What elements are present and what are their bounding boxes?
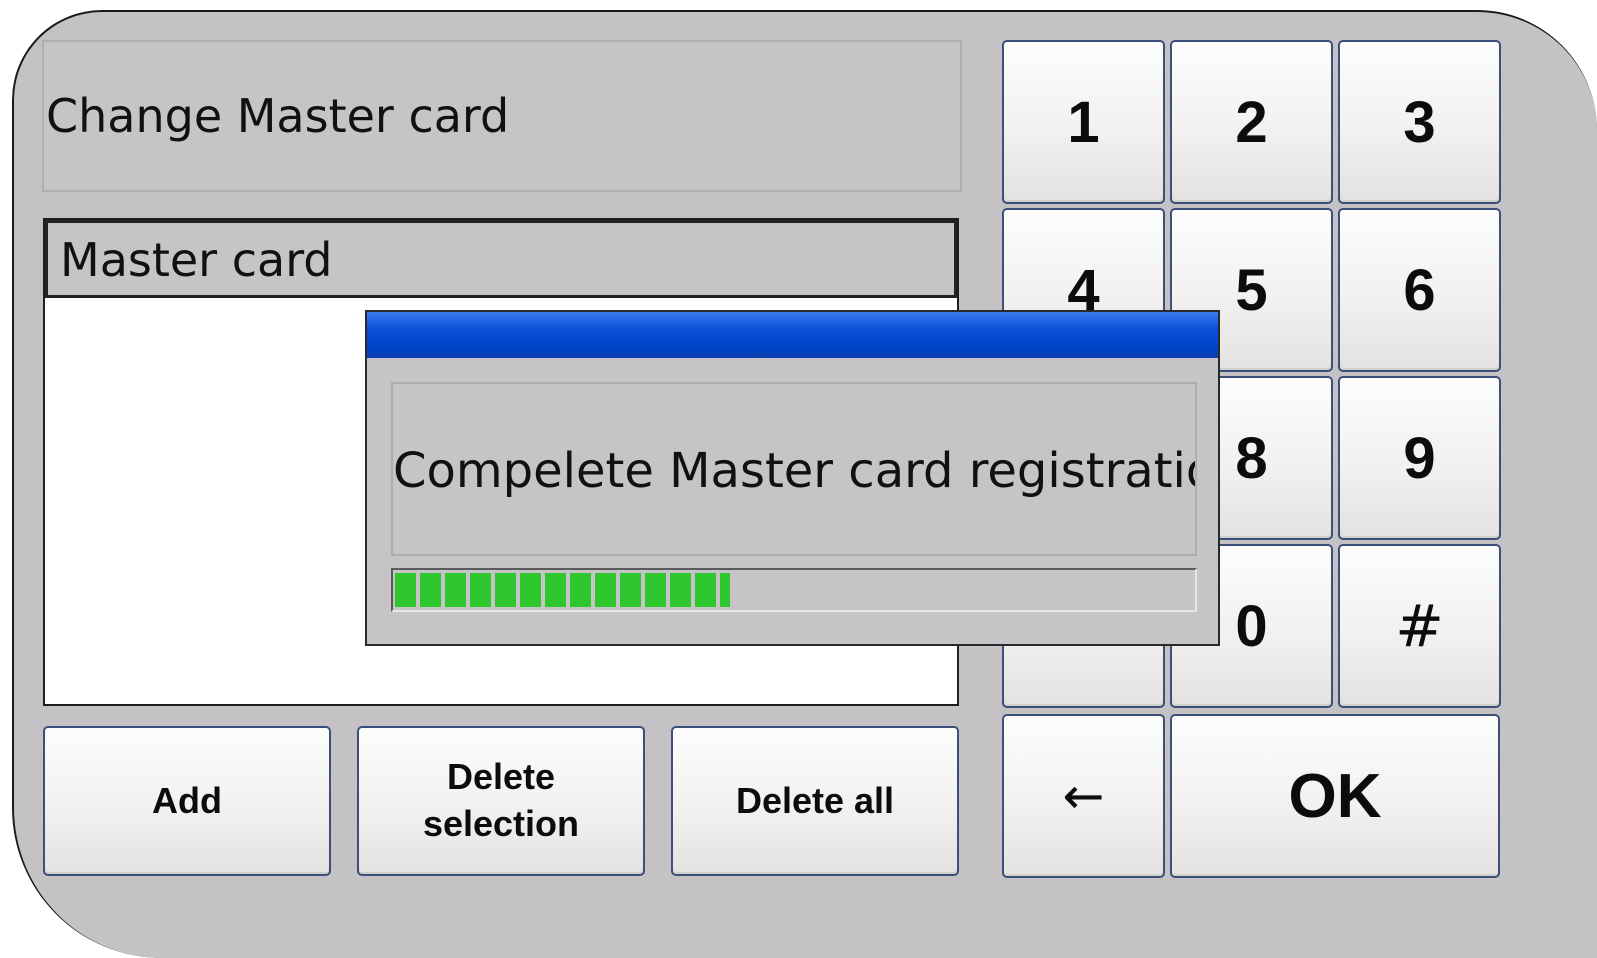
screen: Change Master card Master card Add Delet… <box>12 10 1597 958</box>
progress-fill <box>395 573 730 607</box>
list-header: Master card <box>45 220 957 298</box>
ok-button[interactable]: OK <box>1170 714 1500 878</box>
dialog-message: Compelete Master card registration <box>393 443 1197 499</box>
key-9[interactable]: 9 <box>1338 376 1501 540</box>
backspace-arrow-icon: ← <box>1062 767 1105 825</box>
progress-bar <box>391 568 1197 612</box>
delete-selection-button[interactable]: Delete selection <box>357 726 645 876</box>
key-6[interactable]: 6 <box>1338 208 1501 372</box>
registration-dialog: Compelete Master card registration <box>365 310 1220 646</box>
key-3[interactable]: 3 <box>1338 40 1501 204</box>
key-hash[interactable]: # <box>1338 544 1501 708</box>
page-title: Change Master card <box>46 89 510 143</box>
dialog-titlebar <box>367 312 1218 358</box>
key-2[interactable]: 2 <box>1170 40 1333 204</box>
delete-selection-label: Delete selection <box>422 756 580 844</box>
title-panel: Change Master card <box>42 40 962 192</box>
backspace-button[interactable]: ← <box>1002 714 1165 878</box>
key-1[interactable]: 1 <box>1002 40 1165 204</box>
add-button[interactable]: Add <box>43 726 331 876</box>
delete-all-button[interactable]: Delete all <box>671 726 959 876</box>
list-header-label: Master card <box>60 233 333 287</box>
dialog-message-box: Compelete Master card registration <box>391 382 1197 556</box>
